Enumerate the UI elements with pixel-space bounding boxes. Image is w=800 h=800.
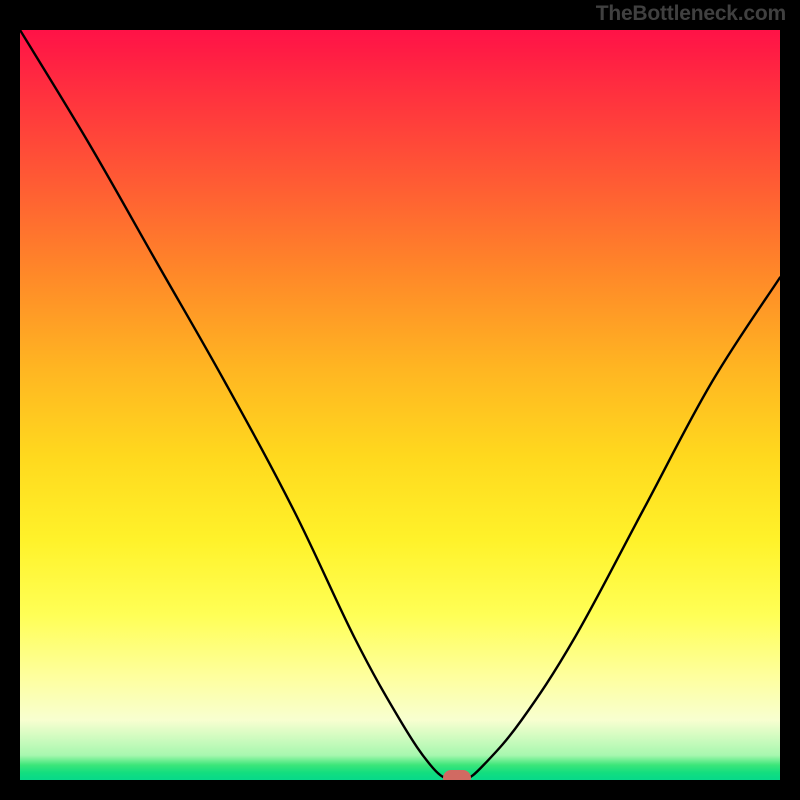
bottleneck-curve	[20, 30, 780, 780]
plot-area	[20, 30, 780, 780]
chart-frame: TheBottleneck.com	[0, 0, 800, 800]
attribution-text: TheBottleneck.com	[596, 2, 786, 26]
optimal-point-marker	[443, 770, 471, 780]
